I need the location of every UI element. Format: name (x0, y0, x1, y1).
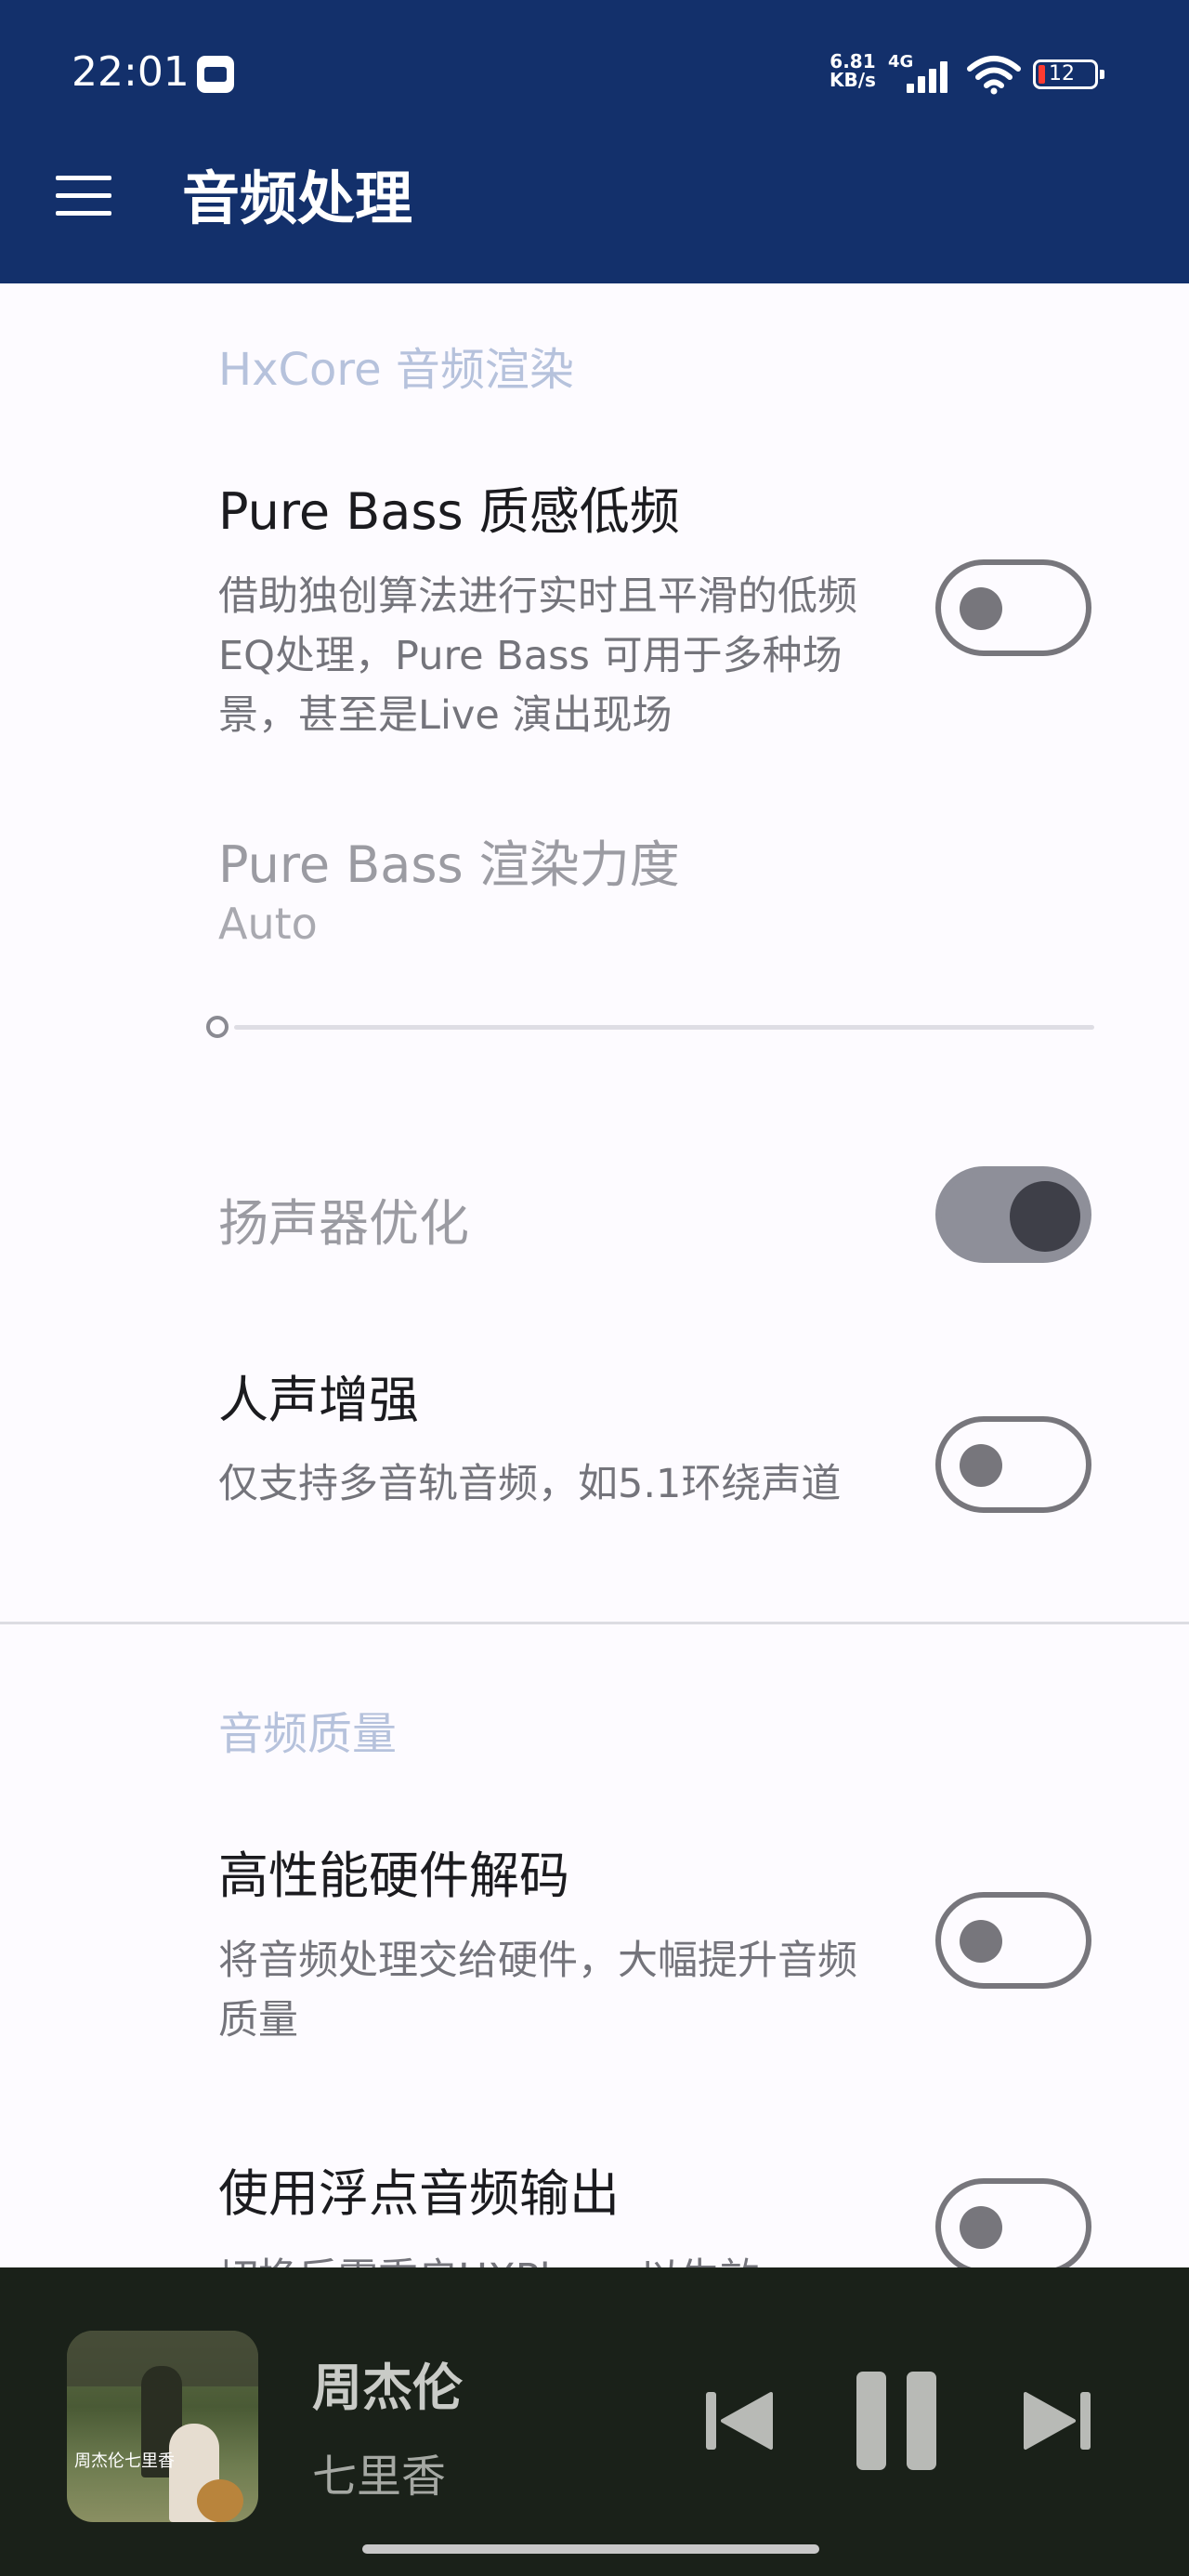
previous-icon[interactable] (702, 2388, 777, 2453)
pause-icon[interactable] (853, 2370, 946, 2472)
battery-level: 12 (1049, 62, 1075, 85)
mini-player[interactable]: 周杰伦七里香 (0, 2267, 1189, 2576)
vocal-summary: 仅支持多音轨音频，如5.1环绕声道 (218, 1461, 842, 1507)
wifi-icon (967, 56, 1021, 95)
switch-thumb (960, 587, 1002, 630)
album-art[interactable]: 周杰伦七里香 (67, 2331, 258, 2522)
notification-app-icon (197, 56, 234, 93)
home-indicator[interactable] (362, 2544, 819, 2554)
network-speed-value: 6.81 (830, 50, 876, 72)
pure-bass-summary: 借助独创算法进行实时且平滑的低频EQ处理，Pure Bass 可用于多种场景，甚… (218, 573, 857, 739)
network-speed-unit: KB/s (830, 69, 876, 91)
app-bar: 22:01 6.81 KB/s 4G 12 音频处理 (0, 0, 1189, 283)
switch-thumb (960, 1920, 1002, 1963)
hw-decode-switch[interactable] (935, 1892, 1091, 1989)
pure-bass-strength-value: Auto (218, 899, 318, 949)
signal-icon (901, 58, 953, 93)
vocal-switch[interactable] (935, 1416, 1091, 1513)
float-output-switch[interactable] (935, 2178, 1091, 2275)
page-title: 音频处理 (182, 164, 413, 232)
player-artist: 周杰伦 (312, 2359, 463, 2417)
menu-icon[interactable] (46, 158, 121, 232)
pure-bass-switch[interactable] (935, 559, 1091, 656)
switch-thumb (1010, 1181, 1080, 1252)
switch-thumb (960, 2206, 1002, 2249)
speaker-opt-title: 扬声器优化 (218, 1194, 469, 1253)
float-output-title: 使用浮点音频输出 (218, 2164, 620, 2223)
section-header-render: HxCore 音频渲染 (218, 344, 574, 396)
pure-bass-strength-slider[interactable] (206, 1013, 1094, 1041)
next-icon[interactable] (1020, 2388, 1094, 2453)
status-bar: 22:01 6.81 KB/s 4G 12 (0, 0, 1189, 139)
speaker-opt-switch[interactable] (935, 1166, 1091, 1263)
hw-decode-summary: 将音频处理交给硬件，大幅提升音频质量 (218, 1938, 857, 2044)
battery-icon: 12 (1033, 59, 1104, 89)
album-caption: 周杰伦七里香 (74, 2451, 175, 2471)
slider-track (234, 1025, 1094, 1030)
status-time: 22:01 (72, 48, 189, 96)
hw-decode-title: 高性能硬件解码 (218, 1847, 569, 1905)
pure-bass-title: Pure Bass 质感低频 (218, 482, 680, 541)
player-song: 七里香 (312, 2451, 447, 2503)
vocal-title: 人声增强 (218, 1371, 419, 1429)
section-header-quality: 音频质量 (218, 1708, 398, 1760)
section-divider (0, 1622, 1189, 1624)
slider-thumb[interactable] (206, 1016, 229, 1038)
network-speed: 6.81 KB/s (830, 52, 876, 89)
switch-thumb (960, 1444, 1002, 1487)
pure-bass-strength-title: Pure Bass 渲染力度 (218, 835, 680, 894)
